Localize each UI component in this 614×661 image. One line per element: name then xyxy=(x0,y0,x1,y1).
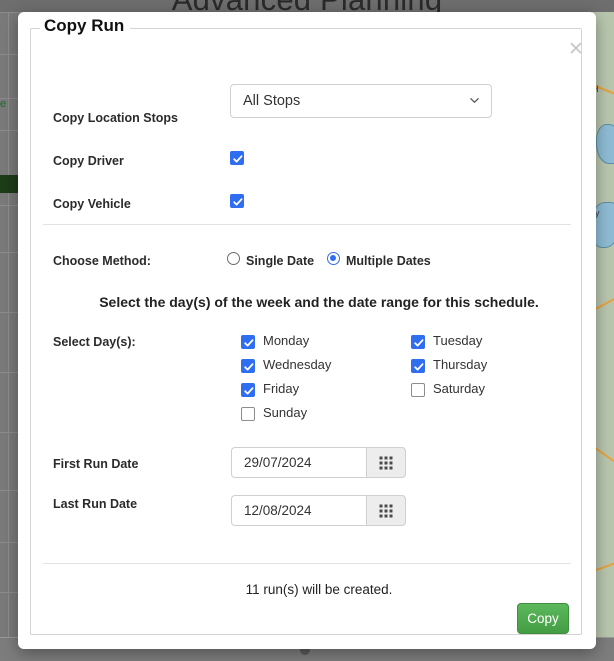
choose-method-label: Choose Method: xyxy=(53,254,151,268)
first-run-date-input[interactable]: 29/07/2024 xyxy=(231,447,366,478)
last-run-date-group: 12/08/2024 xyxy=(231,495,406,526)
check-icon xyxy=(244,339,254,347)
day-label-sunday: Sunday xyxy=(263,405,308,420)
copy-button[interactable]: Copy xyxy=(517,603,569,634)
select-days-label: Select Day(s): xyxy=(53,335,136,349)
run-count-summary: 11 run(s) will be created. xyxy=(245,582,393,597)
copy-run-dialog: ✕ Copy Run Copy Location Stops All Stops… xyxy=(18,12,596,649)
copy-location-stops-select[interactable]: All Stops xyxy=(230,84,492,118)
day-label-tuesday: Tuesday xyxy=(433,333,483,348)
calendar-icon xyxy=(379,504,393,517)
day-checkbox-thursday[interactable] xyxy=(411,359,425,373)
radio-single-date-label: Single Date xyxy=(246,254,315,268)
check-icon xyxy=(233,198,243,206)
copy-run-fieldset: Copy Run Copy Location Stops All Stops C… xyxy=(30,16,582,635)
last-run-date-label: Last Run Date xyxy=(53,497,138,511)
day-label-wednesday: Wednesday xyxy=(263,357,332,372)
copy-location-stops-value: All Stops xyxy=(243,93,301,109)
day-checkbox-friday[interactable] xyxy=(241,383,255,397)
copy-location-stops-label: Copy Location Stops xyxy=(53,111,178,125)
day-checkbox-monday[interactable] xyxy=(241,335,255,349)
day-label-saturday: Saturday xyxy=(433,381,486,396)
last-run-date-picker-button[interactable] xyxy=(366,495,406,526)
first-run-date-group: 29/07/2024 xyxy=(231,447,406,478)
day-checkbox-tuesday[interactable] xyxy=(411,335,425,349)
calendar-icon xyxy=(379,456,393,469)
first-run-date-picker-button[interactable] xyxy=(366,447,406,478)
day-checkbox-sunday[interactable] xyxy=(241,407,255,421)
copy-driver-label: Copy Driver xyxy=(53,154,124,168)
day-label-thursday: Thursday xyxy=(433,357,488,372)
instruction-text: Select the day(s) of the week and the da… xyxy=(99,294,539,310)
background-highlight-cell xyxy=(0,175,18,193)
footer-divider xyxy=(43,563,571,564)
radio-multiple-dates[interactable] xyxy=(327,252,340,265)
copy-vehicle-label: Copy Vehicle xyxy=(53,197,131,211)
check-icon xyxy=(414,363,424,371)
last-run-date-input[interactable]: 12/08/2024 xyxy=(231,495,366,526)
check-icon xyxy=(244,363,254,371)
day-label-friday: Friday xyxy=(263,381,300,396)
day-checkbox-saturday[interactable] xyxy=(411,383,425,397)
copy-vehicle-checkbox[interactable] xyxy=(230,194,244,208)
dialog-title: Copy Run xyxy=(40,16,131,36)
section-divider xyxy=(43,224,571,225)
chevron-down-icon xyxy=(470,98,479,103)
check-icon xyxy=(233,155,243,163)
radio-multiple-dates-label: Multiple Dates xyxy=(346,254,431,268)
radio-single-date[interactable] xyxy=(227,252,240,265)
copy-driver-checkbox[interactable] xyxy=(230,151,244,165)
day-checkbox-wednesday[interactable] xyxy=(241,359,255,373)
day-label-monday: Monday xyxy=(263,333,310,348)
first-run-date-label: First Run Date xyxy=(53,457,139,471)
background-green-label: e xyxy=(0,98,7,110)
check-icon xyxy=(414,339,424,347)
check-icon xyxy=(244,387,254,395)
